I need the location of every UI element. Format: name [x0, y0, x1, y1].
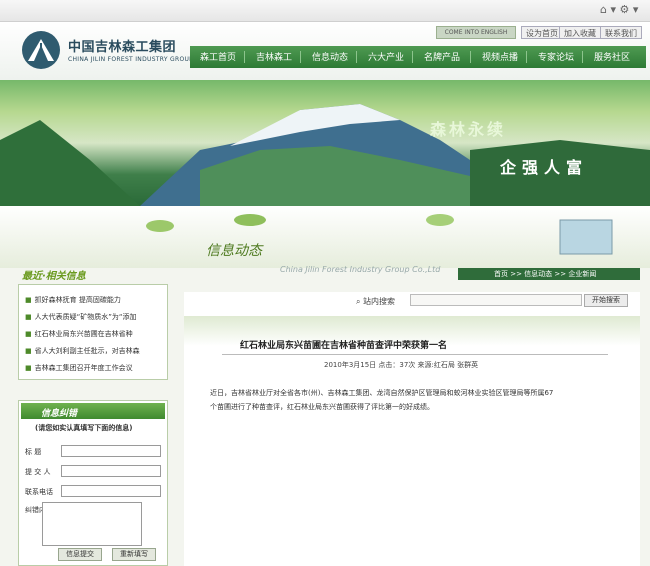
related-header: 最近·相关信息: [22, 264, 182, 284]
article-meta: 2010年3月15日 点击：37次 来源:红石局 张群英: [324, 361, 479, 369]
related-title: 最近·相关信息: [22, 271, 86, 282]
nav-home[interactable]: 森工首页: [200, 50, 236, 63]
article-body-line: 近日，吉林省林业厅对全省各市(州)、吉林森工集团、龙湾自然保护区管理局和蛟河林业…: [210, 389, 554, 397]
nav-expert-forum[interactable]: 专家论坛: [538, 50, 574, 63]
search-icon: ⌕: [356, 297, 361, 306]
set-homepage-link[interactable]: 设为首页: [521, 26, 563, 39]
contact-us-link[interactable]: 联系我们: [600, 26, 642, 39]
site-header: 中国吉林森工集团 CHINA JILIN FOREST INDUSTRY GRO…: [0, 22, 650, 80]
nav-brand-products[interactable]: 名牌产品: [424, 50, 460, 63]
search-input[interactable]: [410, 294, 582, 306]
phone-field[interactable]: [61, 485, 161, 497]
article-body-line: 个苗圃进行了种苗查评，红石林业局东兴苗圃获得了评比第一的好成绩。: [210, 403, 434, 411]
logo-text-cn[interactable]: 中国吉林森工集团: [68, 36, 176, 55]
section-title: 信息动态: [206, 243, 262, 259]
nav-news[interactable]: 信息动态: [312, 50, 348, 63]
logo-text-en: CHINA JILIN FOREST INDUSTRY GROUP: [68, 56, 194, 63]
decor-strip: [0, 206, 650, 268]
article-divider: [222, 354, 608, 355]
browser-tools-icon[interactable]: ⌂ ▾ ⚙ ▾: [600, 3, 638, 16]
nav-community[interactable]: 服务社区: [594, 50, 630, 63]
article-title: 红石林业局东兴苗圃在吉林省种苗查评中荣获第一名: [240, 341, 448, 351]
search-button[interactable]: 开始搜索: [584, 294, 628, 307]
feedback-header: 信息纠错: [21, 403, 165, 419]
title-field[interactable]: [61, 445, 161, 457]
mountain-landscape-image: [0, 104, 650, 206]
logo-icon: [22, 31, 60, 69]
nav-industries[interactable]: 六大产业: [368, 50, 404, 63]
feedback-title: 信息纠错: [41, 409, 78, 419]
related-list: ■ 抓好森林抚育 提高固碳能力 ■ 人大代表质疑“矿物质水”为“添加 ■ 红石林业局东…: [18, 284, 168, 380]
related-item[interactable]: ■ 人大代表质疑“矿物质水”为“添加: [25, 312, 137, 322]
section-subtitle-en: China Jilin Forest Industry Group Co.,Lt…: [280, 265, 441, 274]
page: ⌂ ▾ ⚙ ▾ 中国吉林森工集团 CHINA JILIN FOREST INDU…: [0, 0, 650, 566]
banner-slogan-2: 企强人富: [500, 158, 589, 177]
related-item[interactable]: ■ 抓好森林抚育 提高固碳能力: [25, 295, 121, 305]
reset-button[interactable]: 重新填写: [112, 548, 156, 561]
leaf-decoration-image: [146, 214, 613, 255]
phone-label: 联系电话: [25, 488, 53, 496]
browser-toolbar: ⌂ ▾ ⚙ ▾: [0, 0, 650, 22]
nav-video[interactable]: 视频点播: [482, 50, 518, 63]
nav-jilin-senggong[interactable]: 吉林森工: [256, 50, 292, 63]
add-favorite-link[interactable]: 加入收藏: [559, 26, 601, 39]
submit-button[interactable]: 信息提交: [58, 548, 102, 561]
submitter-label: 提 交 人: [25, 468, 51, 476]
content-textarea[interactable]: [42, 502, 142, 546]
banner-slogan-1: 森林永续: [430, 120, 507, 139]
main-nav: 森工首页 吉林森工 信息动态 六大产业 名牌产品 视频点播 专家论坛 服务社区: [190, 46, 646, 68]
feedback-note: (请您如实认真填写下面的信息): [35, 424, 133, 432]
related-item[interactable]: ■ 省人大刘利副主任批示，对吉林森: [25, 346, 140, 356]
site-search-label: ⌕ 站内搜索: [356, 297, 396, 306]
submitter-field[interactable]: [61, 465, 161, 477]
related-item[interactable]: ■ 吉林森工集团召开年度工作会议: [25, 363, 133, 373]
banner: 森林永续 企强人富: [0, 80, 650, 206]
title-label: 标 题: [25, 448, 42, 456]
breadcrumb[interactable]: 首页 >> 信息动态 >> 企业新闻: [494, 269, 596, 279]
related-item[interactable]: ■ 红石林业局东兴苗圃在吉林省种: [25, 329, 133, 339]
english-link[interactable]: COME INTO ENGLISH: [436, 26, 516, 39]
